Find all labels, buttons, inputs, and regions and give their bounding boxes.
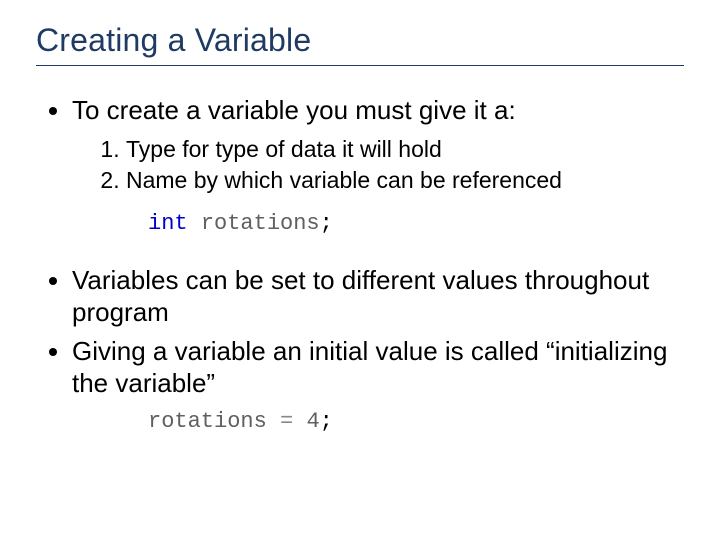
slide-title: Creating a Variable xyxy=(36,22,684,59)
slide: Creating a Variable To create a variable… xyxy=(0,0,720,540)
bullet-list: To create a variable you must give it a:… xyxy=(36,94,684,435)
numbered-sublist: Type for type of data it will hold Name … xyxy=(72,135,684,197)
code-number: 4 xyxy=(306,409,319,434)
title-divider xyxy=(36,65,684,66)
bullet-text: Giving a variable an initial value is ca… xyxy=(72,336,667,399)
code-semicolon: ; xyxy=(320,211,333,236)
code-example-initialization: rotations = 4; xyxy=(148,408,684,436)
bullet-item: Variables can be set to different values… xyxy=(72,264,684,329)
sublist-item: Type for type of data it will hold xyxy=(126,135,684,165)
sublist-item: Name by which variable can be referenced xyxy=(126,166,684,196)
bullet-text: To create a variable you must give it a: xyxy=(72,95,516,125)
code-keyword: int xyxy=(148,211,188,236)
code-identifier: rotations xyxy=(201,211,320,236)
code-operator: = xyxy=(280,409,293,434)
bullet-item: Giving a variable an initial value is ca… xyxy=(72,335,684,436)
bullet-item: To create a variable you must give it a:… xyxy=(72,94,684,238)
code-identifier: rotations xyxy=(148,409,267,434)
code-semicolon: ; xyxy=(320,409,333,434)
code-example-declaration: int rotations; xyxy=(148,210,684,238)
